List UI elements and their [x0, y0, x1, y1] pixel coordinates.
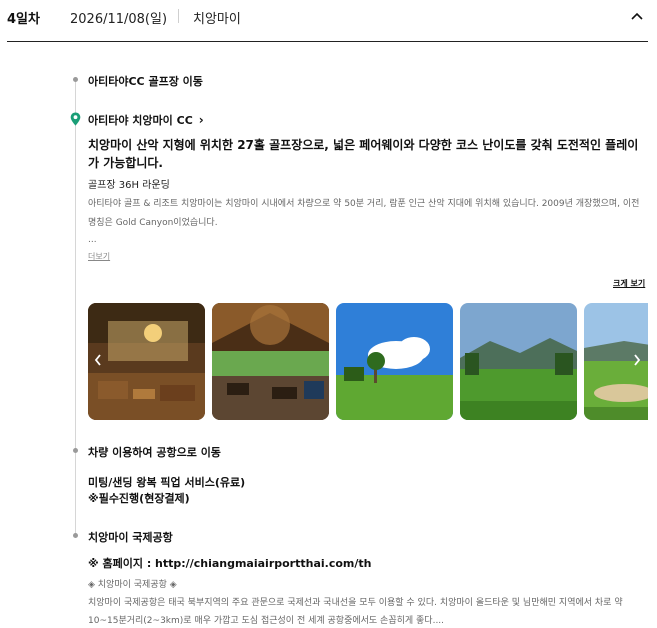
divider [178, 9, 179, 23]
timeline-dot [73, 533, 78, 538]
transfer-service: 미팅/샌딩 왕복 픽업 서비스(유료) [88, 476, 246, 489]
gallery-photo-course-mountain[interactable] [460, 303, 577, 420]
place-link[interactable]: 아티타야 치앙마이 CC › [88, 112, 204, 128]
timeline-dot [73, 448, 78, 453]
day-date: 2026/11/08(일) [70, 12, 168, 27]
timeline-line [75, 78, 76, 538]
day-header: 4일차 2026/11/08(일) 치앙마이 [0, 0, 657, 42]
photo-gallery [88, 303, 648, 420]
chevron-left-icon[interactable] [92, 352, 104, 368]
ellipsis: ... [88, 235, 97, 245]
gallery-photo-course-palm[interactable] [336, 303, 453, 420]
chevron-up-icon[interactable] [627, 6, 647, 26]
place-name: 아티타야 치앙마이 CC [88, 114, 193, 127]
airport-detail: 치앙마이 국제공항은 태국 북부지역의 주요 관문으로 국제선과 국내선을 모두… [88, 598, 623, 626]
transfer-description: 미팅/샌딩 왕복 픽업 서비스(유료) ※필수진행(현장결제) [88, 475, 245, 507]
airport-caption: ◈ 치앙마이 국제공항 ◈ [88, 580, 177, 590]
transfer-note: ※필수진행(현장결제) [88, 492, 190, 505]
header-divider [7, 41, 648, 42]
airport-homepage: ※ 홈페이지 : http://chiangmaiairportthai.com… [88, 557, 372, 570]
step-title-airport: 치앙마이 국제공항 [88, 531, 173, 544]
map-pin-icon [70, 111, 81, 126]
step-title-move-golf: 아티타야CC 골프장 이동 [88, 75, 203, 88]
step-title-move-airport: 차량 이용하여 공항으로 이동 [88, 446, 221, 459]
place-subtitle: 골프장 36H 라운딩 [88, 180, 170, 191]
day-city: 치앙마이 [193, 12, 241, 27]
chevron-right-icon[interactable] [631, 352, 643, 368]
place-detail: 아티타야 골프 & 리조트 치앙마이는 치앙마이 시내에서 차량으로 약 50분… [88, 199, 640, 228]
place-description: 치앙마이 산악 지형에 위치한 27홀 골프장으로, 넓은 페어웨이와 다양한 … [88, 138, 639, 170]
day-label: 4일차 [7, 12, 40, 27]
gallery-photo-restaurant[interactable] [212, 303, 329, 420]
gallery-photo-lobby[interactable] [88, 303, 205, 420]
timeline-dot [73, 77, 78, 82]
more-link[interactable]: 더보기 [88, 251, 110, 262]
enlarge-link[interactable]: 크게 보기 [613, 278, 645, 289]
chevron-right-icon: › [198, 113, 204, 127]
